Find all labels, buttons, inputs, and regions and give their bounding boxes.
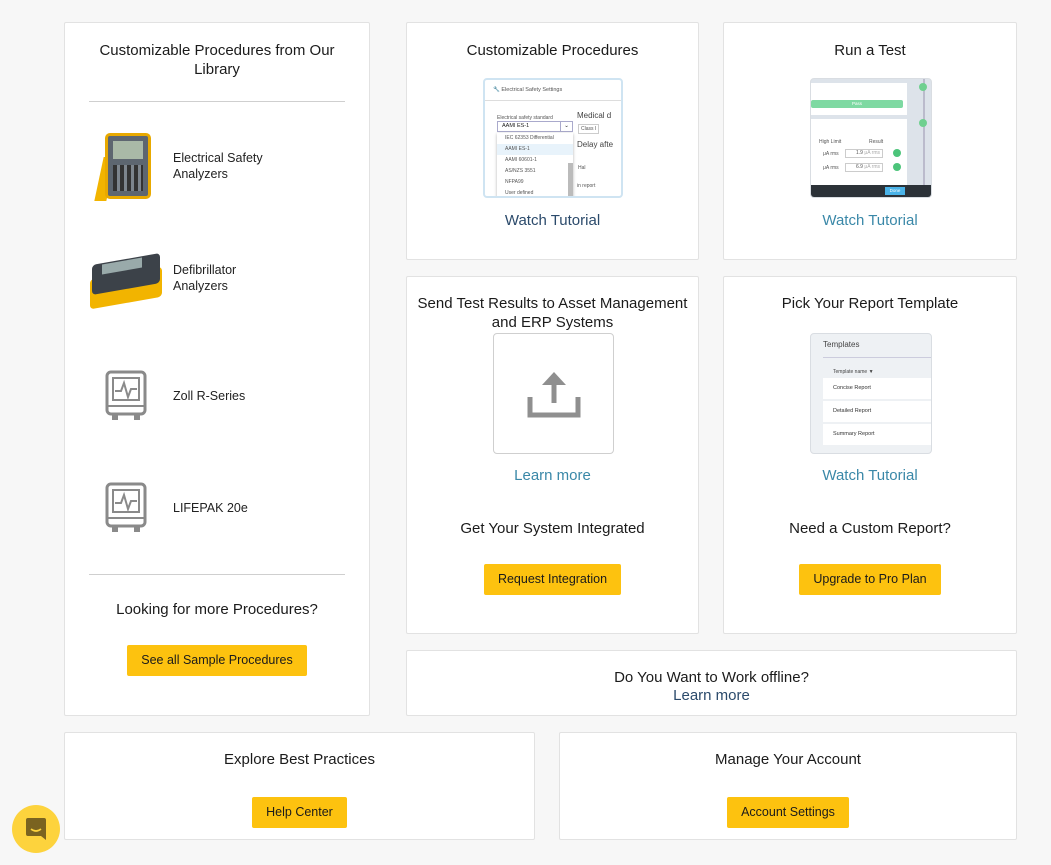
procedure-defibrillator[interactable]: Defibrillator Analyzers xyxy=(89,241,283,315)
thumb-option: AS/NZS 3551 xyxy=(505,168,536,174)
thumb-header: Electrical Safety Settings xyxy=(501,87,563,93)
thumb-option: User defined xyxy=(505,190,534,196)
thumb-pass-bar: Pass xyxy=(811,100,903,108)
procedure-label: LIFEPAK 20e xyxy=(173,501,248,515)
thumb-dropdown: IEC 62353 Differential AAMI ES-1 AAMI 6060… xyxy=(497,133,573,196)
divider xyxy=(89,574,345,575)
thumb-delay-label: Delay afte xyxy=(577,140,614,149)
procedure-lifepak[interactable]: LIFEPAK 20e xyxy=(89,471,283,545)
offline-title: Do You Want to Work offline? xyxy=(614,669,809,686)
thumb-header: Templates xyxy=(823,340,860,349)
report-template-card: Pick Your Report Template Templates Temp… xyxy=(723,276,1017,634)
request-integration-button[interactable]: Request Integration xyxy=(483,564,622,595)
electrical-safety-settings-thumbnail: 🔧 Electrical Safety Settings Electrical … xyxy=(483,78,623,198)
account-settings-button[interactable]: Account Settings xyxy=(727,797,849,828)
run-test-thumbnail: Pass High Limit Result μA rms 1.9 μA rms… xyxy=(810,78,932,198)
library-title: Customizable Procedures from Our Library xyxy=(99,42,335,78)
chat-widget-button[interactable] xyxy=(12,805,60,853)
thumb-done-button: Done xyxy=(885,187,905,195)
procedure-label: Electrical Safety Analyzers xyxy=(173,151,263,181)
templates-thumbnail: Templates Template name ▼ Concise Report… xyxy=(810,333,932,454)
more-procedures-title: Looking for more Procedures? xyxy=(116,601,318,618)
thumb-option: AAMI ES-1 xyxy=(497,144,573,155)
thumb-option: NFPA99 xyxy=(505,179,524,185)
watch-tutorial-link[interactable]: Watch Tutorial xyxy=(724,467,1016,484)
thumb-value: 6.9 μA rms xyxy=(845,163,883,172)
custom-procedures-title: Customizable Procedures xyxy=(466,42,639,59)
thumb-label: Class I xyxy=(578,124,600,134)
thumb-unit: μA rms xyxy=(823,151,839,157)
procedure-electrical-safety[interactable]: Electrical Safety Analyzers xyxy=(89,129,283,203)
custom-procedures-card: Customizable Procedures 🔧 Electrical Saf… xyxy=(406,22,699,260)
offline-learn-more-link[interactable]: Learn more xyxy=(407,687,1016,704)
system-integrated-title: Get Your System Integrated xyxy=(460,520,645,537)
best-practices-title: Explore Best Practices xyxy=(224,751,375,768)
report-template-title: Pick Your Report Template xyxy=(781,295,959,312)
see-all-procedures-button[interactable]: See all Sample Procedures xyxy=(127,645,307,676)
check-icon xyxy=(893,163,901,171)
run-test-title: Run a Test xyxy=(834,42,906,59)
offline-card: Do You Want to Work offline? Learn more xyxy=(406,650,1017,716)
custom-report-title: Need a Custom Report? xyxy=(789,520,951,537)
thumb-template-row: Detailed Report xyxy=(823,401,931,422)
procedure-label: Defibrillator Analyzers xyxy=(173,263,237,293)
thumb-option: AAMI 60601-1 xyxy=(505,157,537,163)
thumb-template-row: Concise Report xyxy=(823,378,931,399)
run-test-card: Run a Test Pass High Limit Result μA rms… xyxy=(723,22,1017,260)
best-practices-card: Explore Best Practices Help Center xyxy=(64,732,535,840)
divider xyxy=(89,101,345,102)
thumb-medical-label: Medical d xyxy=(577,111,612,120)
account-card: Manage Your Account Account Settings xyxy=(559,732,1017,840)
watch-tutorial-link[interactable]: Watch Tutorial xyxy=(724,212,1016,229)
send-results-card: Send Test Results to Asset Management an… xyxy=(406,276,699,634)
upload-icon xyxy=(493,333,614,454)
library-card: Customizable Procedures from Our Library… xyxy=(64,22,370,716)
defibrillator-analyzer-image xyxy=(89,241,163,315)
electrical-safety-analyzer-image xyxy=(89,129,163,203)
procedure-zoll[interactable]: Zoll R-Series xyxy=(89,359,283,433)
check-icon xyxy=(893,149,901,157)
thumb-select: AAMI ES-1 ⌄ xyxy=(497,121,573,132)
thumb-label: in report xyxy=(577,183,596,189)
thumb-value: 1.9 μA rms xyxy=(845,149,883,158)
procedure-label: Zoll R-Series xyxy=(173,389,246,403)
thumb-label: High Limit xyxy=(819,139,842,145)
thumb-template-row: Summary Report xyxy=(823,424,931,445)
upgrade-pro-plan-button[interactable]: Upgrade to Pro Plan xyxy=(799,564,941,595)
send-results-title: Send Test Results to Asset Management an… xyxy=(417,295,688,331)
thumb-label: Result xyxy=(869,139,884,145)
monitor-device-icon xyxy=(89,471,163,545)
thumb-unit: μA rms xyxy=(823,165,839,171)
learn-more-link[interactable]: Learn more xyxy=(407,467,698,484)
monitor-device-icon xyxy=(89,359,163,433)
wrench-icon: 🔧 xyxy=(493,87,500,93)
account-title: Manage Your Account xyxy=(715,751,861,768)
thumb-label: Hal xyxy=(578,165,586,171)
watch-tutorial-link[interactable]: Watch Tutorial xyxy=(407,212,698,229)
thumb-option: IEC 62353 Differential xyxy=(505,135,554,141)
chat-icon xyxy=(26,818,46,840)
help-center-button[interactable]: Help Center xyxy=(252,797,347,828)
thumb-column: Template name ▼ xyxy=(833,369,874,375)
